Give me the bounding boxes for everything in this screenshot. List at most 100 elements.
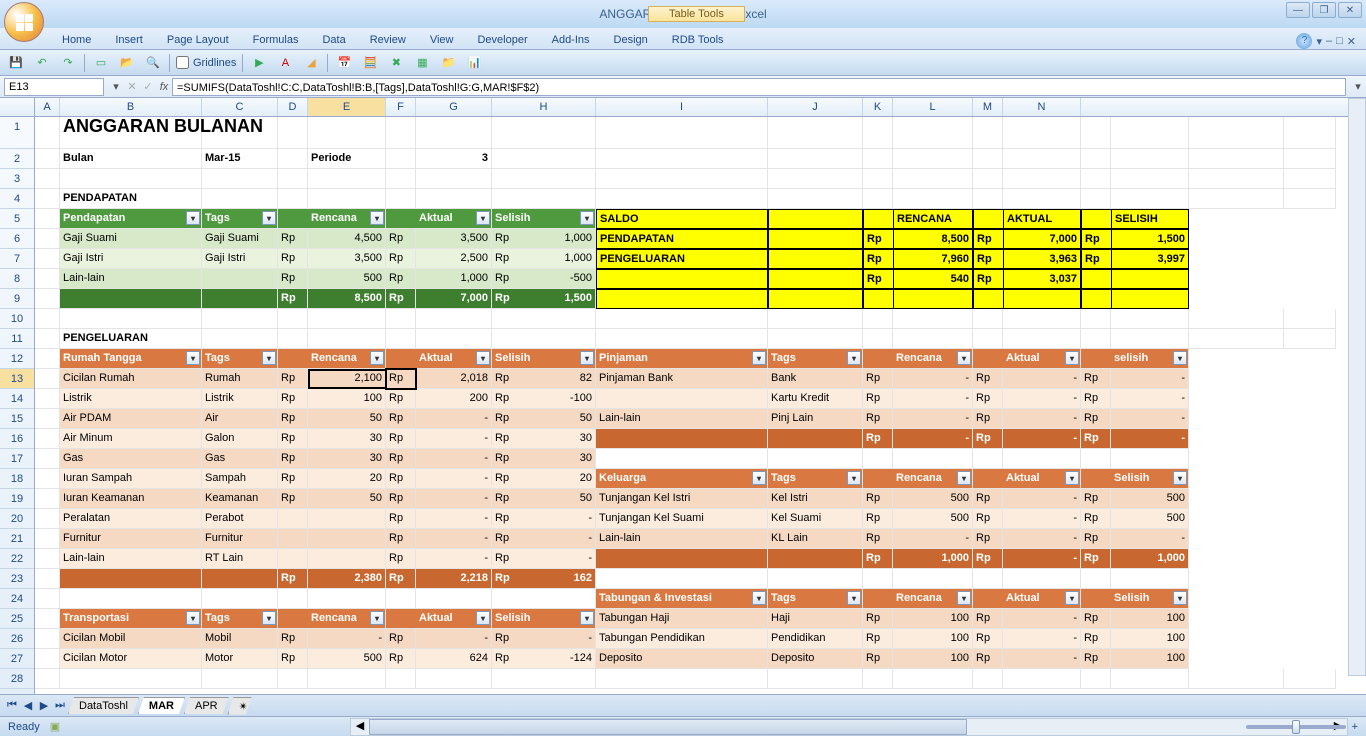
row-header[interactable]: 26 <box>0 629 34 649</box>
filter-icon[interactable] <box>847 471 861 485</box>
expand-formula-icon[interactable]: ▾ <box>1350 79 1366 95</box>
filter-icon[interactable] <box>476 351 490 365</box>
window-min-icon[interactable]: – <box>1326 35 1332 47</box>
select-all-corner[interactable] <box>0 98 35 116</box>
col-header[interactable]: L <box>893 98 973 116</box>
filter-icon[interactable] <box>186 351 200 365</box>
filter-icon[interactable] <box>262 211 276 225</box>
fx-icon[interactable]: fx <box>156 79 172 95</box>
col-header[interactable]: I <box>596 98 768 116</box>
gridlines-toggle[interactable]: Gridlines <box>176 56 236 69</box>
row-header[interactable]: 10 <box>0 309 34 329</box>
filter-icon[interactable] <box>370 611 384 625</box>
tab-nav-next-icon[interactable]: ▶ <box>36 698 52 714</box>
row-header[interactable]: 25 <box>0 609 34 629</box>
col-header[interactable]: G <box>416 98 492 116</box>
enter-formula-icon[interactable]: ✓ <box>140 79 156 95</box>
cancel-formula-icon[interactable]: ✕ <box>124 79 140 95</box>
cells-area[interactable]: ANGGARAN BULANANBulanMar-15Periode3PENDA… <box>35 117 1366 694</box>
row-header[interactable]: 6 <box>0 229 34 249</box>
row-header[interactable]: 27 <box>0 649 34 669</box>
calendar-icon[interactable]: 📅 <box>334 53 354 73</box>
col-header[interactable]: F <box>386 98 416 116</box>
print-preview-icon[interactable]: 🔍 <box>143 53 163 73</box>
filter-icon[interactable] <box>580 351 594 365</box>
font-color-icon[interactable]: A <box>275 53 295 73</box>
filter-icon[interactable] <box>370 211 384 225</box>
row-header[interactable]: 18 <box>0 469 34 489</box>
filter-icon[interactable] <box>1173 471 1187 485</box>
filter-icon[interactable] <box>186 211 200 225</box>
sheet-tab-datatoshl[interactable]: DataToshl <box>68 697 139 714</box>
vertical-scrollbar[interactable] <box>1348 98 1366 676</box>
open-icon[interactable]: 📂 <box>117 53 137 73</box>
row-header[interactable]: 9 <box>0 289 34 309</box>
name-box[interactable]: E13 <box>4 78 104 96</box>
folder-icon[interactable]: 📁 <box>438 53 458 73</box>
row-header[interactable]: 17 <box>0 449 34 469</box>
filter-icon[interactable] <box>262 351 276 365</box>
col-header[interactable]: M <box>973 98 1003 116</box>
filter-icon[interactable] <box>752 471 766 485</box>
col-header[interactable]: D <box>278 98 308 116</box>
row-header[interactable]: 12 <box>0 349 34 369</box>
row-header[interactable]: 20 <box>0 509 34 529</box>
worksheet[interactable]: A B C D E F G H I J K L M N 123456789101… <box>0 98 1366 694</box>
col-header[interactable]: E <box>308 98 386 116</box>
col-header[interactable]: A <box>35 98 60 116</box>
tab-design[interactable]: Design <box>604 31 658 49</box>
row-header[interactable]: 21 <box>0 529 34 549</box>
new-icon[interactable]: ▭ <box>91 53 111 73</box>
tab-nav-prev-icon[interactable]: ◀ <box>20 698 36 714</box>
fill-color-icon[interactable]: ◢ <box>301 53 321 73</box>
tab-addins[interactable]: Add-Ins <box>542 31 600 49</box>
formula-input[interactable]: =SUMIFS(DataToshl!C:C,DataToshl!B:B,[Tag… <box>172 78 1346 96</box>
filter-icon[interactable] <box>752 591 766 605</box>
chart-icon[interactable]: 📊 <box>464 53 484 73</box>
window-close-icon[interactable]: ✕ <box>1347 35 1356 48</box>
filter-icon[interactable] <box>957 471 971 485</box>
undo-icon[interactable]: ↶ <box>32 53 52 73</box>
tab-rdb-tools[interactable]: RDB Tools <box>662 31 734 49</box>
filter-icon[interactable] <box>1065 471 1079 485</box>
tab-formulas[interactable]: Formulas <box>243 31 309 49</box>
filter-icon[interactable] <box>580 611 594 625</box>
tab-home[interactable]: Home <box>52 31 101 49</box>
filter-icon[interactable] <box>847 591 861 605</box>
row-header[interactable]: 2 <box>0 149 34 169</box>
row-header[interactable]: 7 <box>0 249 34 269</box>
filter-icon[interactable] <box>1065 351 1079 365</box>
close-button[interactable]: ✕ <box>1338 2 1362 18</box>
row-header[interactable]: 28 <box>0 669 34 689</box>
row-header[interactable]: 8 <box>0 269 34 289</box>
tab-review[interactable]: Review <box>360 31 416 49</box>
tab-nav-first-icon[interactable]: ⏮ <box>4 698 20 714</box>
row-header[interactable]: 4 <box>0 189 34 209</box>
row-header[interactable]: 11 <box>0 329 34 349</box>
row-header[interactable]: 3 <box>0 169 34 189</box>
filter-icon[interactable] <box>752 351 766 365</box>
row-header[interactable]: 5 <box>0 209 34 229</box>
macro-record-icon[interactable]: ▣ <box>50 720 60 733</box>
tab-developer[interactable]: Developer <box>467 31 537 49</box>
filter-icon[interactable] <box>1065 591 1079 605</box>
tab-insert[interactable]: Insert <box>105 31 153 49</box>
tab-view[interactable]: View <box>420 31 464 49</box>
run-macro-icon[interactable]: ▶ <box>249 53 269 73</box>
filter-icon[interactable] <box>580 211 594 225</box>
ribbon-minimize-icon[interactable]: ▾ <box>1316 35 1322 48</box>
filter-icon[interactable] <box>957 351 971 365</box>
window-max-icon[interactable]: □ <box>1336 35 1343 47</box>
row-header[interactable]: 16 <box>0 429 34 449</box>
filter-icon[interactable] <box>957 591 971 605</box>
row-header[interactable]: 15 <box>0 409 34 429</box>
minimize-button[interactable]: — <box>1286 2 1310 18</box>
row-header[interactable]: 13 <box>0 369 34 389</box>
sheet-tab-new[interactable]: ✴ <box>228 697 252 715</box>
col-header[interactable]: B <box>60 98 202 116</box>
filter-icon[interactable] <box>476 211 490 225</box>
sheet-tab-apr[interactable]: APR <box>184 697 229 714</box>
filter-icon[interactable] <box>186 611 200 625</box>
col-header[interactable]: C <box>202 98 278 116</box>
row-header[interactable]: 14 <box>0 389 34 409</box>
